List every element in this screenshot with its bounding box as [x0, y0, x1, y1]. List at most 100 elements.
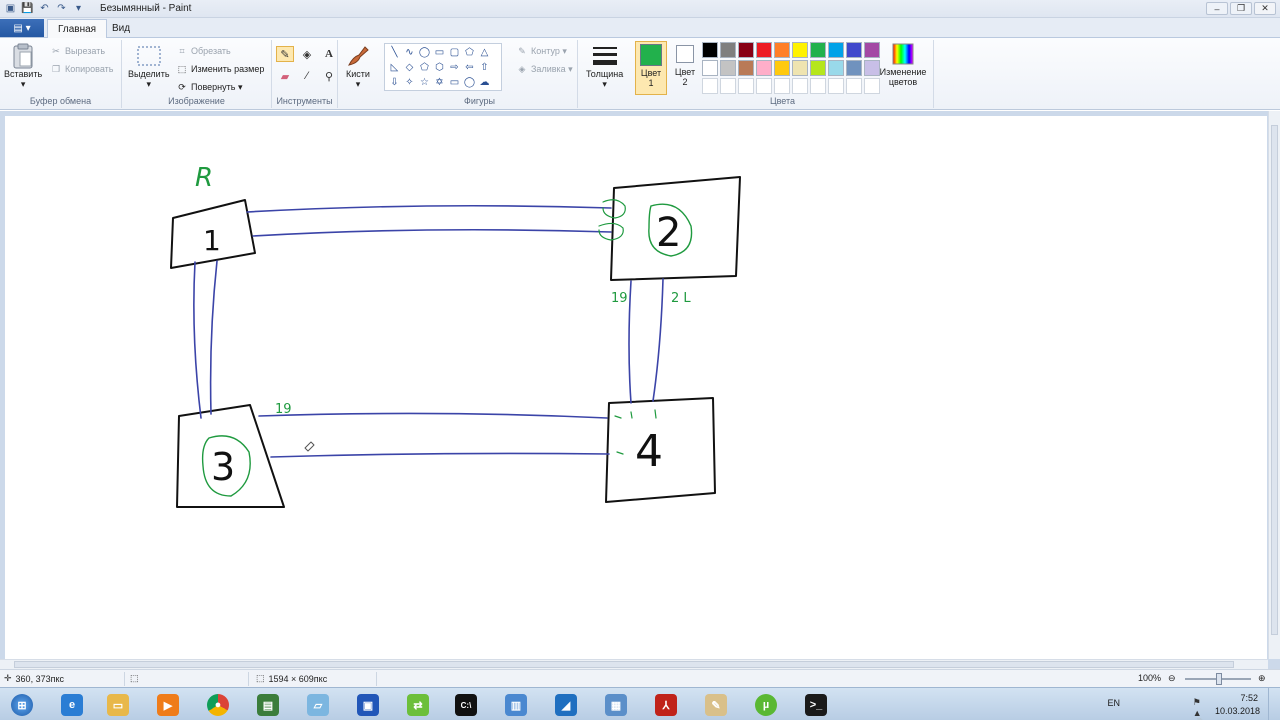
four-point-star-shape-icon[interactable]: ✧: [402, 75, 417, 90]
five-point-star-shape-icon[interactable]: ☆: [417, 75, 432, 90]
palette-swatch[interactable]: [720, 78, 736, 94]
palette-swatch[interactable]: [738, 42, 754, 58]
vertical-scroll-thumb[interactable]: [1271, 125, 1278, 635]
magnifier-icon[interactable]: ⚲: [320, 68, 338, 84]
curve-shape-icon[interactable]: ∿: [402, 45, 417, 60]
taskbar-media-player[interactable]: ▶: [148, 691, 188, 719]
rounded-rectangle-shape-icon[interactable]: ▢: [447, 45, 462, 60]
outline-button[interactable]: ✎ Контур ▾: [516, 45, 567, 57]
zoom-out-button[interactable]: ⊖: [1168, 673, 1176, 684]
palette-swatch[interactable]: [756, 42, 772, 58]
taskbar-remote-app[interactable]: ▥: [496, 691, 536, 719]
polygon-shape-icon[interactable]: ⬠: [462, 45, 477, 60]
triangle-shape-icon[interactable]: △: [477, 45, 492, 60]
crop-button[interactable]: ⌗ Обрезать: [176, 45, 230, 57]
cloud-callout-shape-icon[interactable]: ☁: [477, 75, 492, 90]
palette-swatch[interactable]: [756, 60, 772, 76]
language-indicator[interactable]: EN: [1107, 698, 1120, 708]
copy-button[interactable]: ❐ Копировать: [50, 63, 114, 75]
palette-swatch[interactable]: [846, 60, 862, 76]
select-button[interactable]: Выделить ▾: [128, 43, 170, 90]
undo-icon[interactable]: ↶: [38, 2, 51, 15]
taskbar-task-manager[interactable]: ▤: [248, 691, 288, 719]
show-desktop-button[interactable]: [1268, 688, 1280, 720]
up-arrow-shape-icon[interactable]: ⇧: [477, 60, 492, 75]
start-button[interactable]: ⊞: [2, 691, 42, 719]
paste-button[interactable]: Вставить ▾: [4, 43, 42, 90]
pentagon-shape-icon[interactable]: ⬠: [417, 60, 432, 75]
oval-callout-shape-icon[interactable]: ◯: [462, 75, 477, 90]
taskbar-internet-explorer[interactable]: e: [52, 691, 92, 719]
palette-swatch[interactable]: [738, 78, 754, 94]
oval-shape-icon[interactable]: ◯: [417, 45, 432, 60]
palette-swatch[interactable]: [756, 78, 772, 94]
zoom-in-button[interactable]: ⊕: [1258, 673, 1266, 684]
taskbar-paint[interactable]: ✎: [696, 691, 736, 719]
palette-swatch[interactable]: [738, 60, 754, 76]
paint-menu-button[interactable]: ▤ ▾: [0, 19, 44, 37]
palette-swatch[interactable]: [792, 60, 808, 76]
six-point-star-shape-icon[interactable]: ✡: [432, 75, 447, 90]
clock-date[interactable]: 10.03.2018: [1215, 706, 1260, 716]
line-shape-icon[interactable]: ╲: [387, 45, 402, 60]
clock-time[interactable]: 7:52: [1240, 693, 1258, 703]
tab-view[interactable]: Вид: [102, 19, 140, 38]
paint-app-icon[interactable]: ▣: [4, 2, 17, 15]
tray-icons[interactable]: ⚑ ▲ 🔊: [1193, 697, 1210, 720]
taskbar-wireshark[interactable]: ◢: [546, 691, 586, 719]
rect-callout-shape-icon[interactable]: ▭: [447, 75, 462, 90]
palette-swatch[interactable]: [846, 78, 862, 94]
palette-swatch[interactable]: [702, 42, 718, 58]
palette-swatch[interactable]: [846, 42, 862, 58]
fill-bucket-icon[interactable]: ◈: [298, 46, 316, 62]
taskbar-terminal[interactable]: >_: [796, 691, 836, 719]
hexagon-shape-icon[interactable]: ⬡: [432, 60, 447, 75]
horizontal-scroll-thumb[interactable]: [14, 661, 1234, 668]
rectangle-shape-icon[interactable]: ▭: [432, 45, 447, 60]
color-picker-icon[interactable]: ⁄: [298, 68, 316, 84]
eraser-icon[interactable]: ▰: [276, 68, 294, 84]
taskbar-app-blue[interactable]: ▱: [298, 691, 338, 719]
zoom-slider[interactable]: [1185, 673, 1251, 685]
taskbar-save-app[interactable]: ▣: [348, 691, 388, 719]
tab-home[interactable]: Главная: [47, 19, 108, 38]
brushes-button[interactable]: Кисти ▾: [344, 43, 372, 90]
rotate-button[interactable]: ⟳ Повернуть ▾: [176, 81, 242, 93]
palette-swatch[interactable]: [774, 60, 790, 76]
palette-swatch[interactable]: [810, 78, 826, 94]
palette-swatch[interactable]: [828, 78, 844, 94]
taskbar-acrobat[interactable]: ⅄: [646, 691, 686, 719]
customize-qat-icon[interactable]: ▾: [72, 2, 85, 15]
text-icon[interactable]: A: [320, 46, 338, 62]
palette-swatch[interactable]: [720, 42, 736, 58]
save-icon[interactable]: 💾: [21, 2, 34, 15]
fill-button[interactable]: ◈ Заливка ▾: [516, 63, 573, 75]
edit-colors-button[interactable]: Изменение цветов: [878, 41, 928, 87]
palette-swatch[interactable]: [828, 60, 844, 76]
taskbar-network-monitor[interactable]: ▦: [596, 691, 636, 719]
resize-button[interactable]: ⬚ Изменить размер: [176, 63, 265, 75]
palette-swatch[interactable]: [774, 78, 790, 94]
taskbar-chrome[interactable]: ●: [198, 691, 238, 719]
vertical-scrollbar[interactable]: [1268, 111, 1280, 659]
horizontal-scrollbar[interactable]: [0, 659, 1268, 669]
redo-icon[interactable]: ↷: [55, 2, 68, 15]
down-arrow-shape-icon[interactable]: ⇩: [387, 75, 402, 90]
diamond-shape-icon[interactable]: ◇: [402, 60, 417, 75]
palette-swatch[interactable]: [720, 60, 736, 76]
palette-swatch[interactable]: [828, 42, 844, 58]
palette-swatch[interactable]: [792, 78, 808, 94]
cut-button[interactable]: ✂ Вырезать: [50, 45, 105, 57]
left-arrow-shape-icon[interactable]: ⇦: [462, 60, 477, 75]
size-button[interactable]: Толщина ▾: [586, 43, 623, 90]
zoom-slider-knob[interactable]: [1216, 673, 1222, 685]
palette-swatch[interactable]: [792, 42, 808, 58]
minimize-button[interactable]: –: [1206, 2, 1228, 15]
palette-swatch[interactable]: [774, 42, 790, 58]
taskbar-explorer[interactable]: ▭: [98, 691, 138, 719]
right-triangle-shape-icon[interactable]: ◺: [387, 60, 402, 75]
taskbar-utorrent[interactable]: µ: [746, 691, 786, 719]
right-arrow-shape-icon[interactable]: ⇨: [447, 60, 462, 75]
palette-swatch[interactable]: [810, 42, 826, 58]
close-button[interactable]: ✕: [1254, 2, 1276, 15]
